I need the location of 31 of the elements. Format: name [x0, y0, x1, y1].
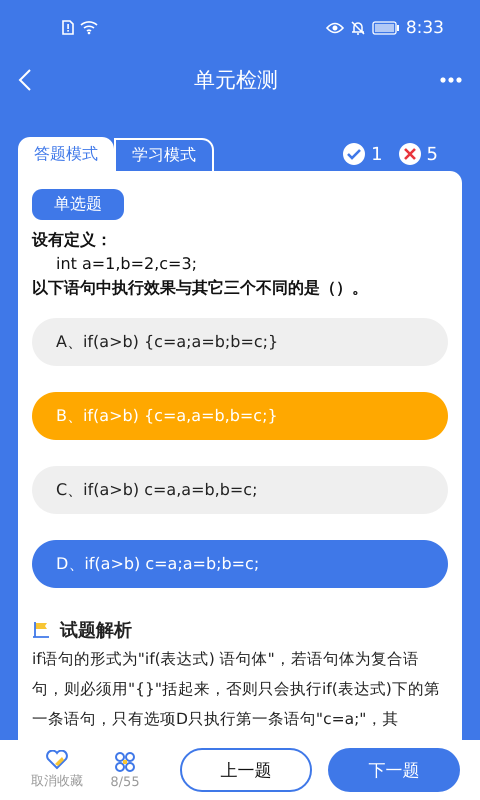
- back-icon[interactable]: [18, 68, 32, 92]
- check-icon: [343, 143, 366, 165]
- cross-icon: [398, 143, 421, 165]
- wifi-icon: [80, 20, 98, 35]
- answer-option[interactable]: A、if(a>b) {c=a;a=b;b=c;}: [32, 318, 448, 366]
- analysis-text: if语句的形式为"if(表达式) 语句体"，若语句体为复合语句，则必须用"{}"括起来，否则只会执行if(表达式)下的第一条语句，只有选项D只执行第一条语句"c=a;"，其: [32, 649, 441, 730]
- heart-icon: [46, 750, 68, 770]
- flag-icon: [32, 620, 52, 640]
- question-text: int a=1,b=2,c=3;: [55, 253, 198, 275]
- previous-button[interactable]: 上一题: [180, 748, 312, 792]
- grid-icon: [114, 750, 136, 772]
- mode-tab[interactable]: 答题模式: [18, 137, 114, 171]
- more-icon[interactable]: [440, 77, 462, 83]
- page-title: 单元检测: [193, 67, 279, 94]
- progress-button[interactable]: 8/55: [94, 750, 156, 790]
- eye-icon: [326, 22, 344, 34]
- answer-option[interactable]: D、if(a>b) c=a;a=b;b=c;: [32, 540, 448, 588]
- clock-time: 8:33: [406, 18, 444, 38]
- analysis-title: 试题解析: [60, 619, 132, 642]
- question-text: 设有定义：: [32, 229, 113, 251]
- battery-icon: [372, 20, 400, 34]
- bell-off-icon: [350, 20, 366, 36]
- mode-tab[interactable]: 学习模式: [114, 138, 214, 171]
- unfavorite-button[interactable]: 取消收藏: [26, 750, 88, 790]
- question-text: 以下语句中执行效果与其它三个不同的是（）。: [32, 277, 369, 299]
- question-type-badge: 单选题: [32, 189, 124, 220]
- answer-option[interactable]: C、if(a>b) c=a,a=b,b=c;: [32, 466, 448, 514]
- next-button[interactable]: 下一题: [328, 748, 460, 792]
- sim-alert-icon: [62, 20, 74, 35]
- wrong-count: 5: [426, 144, 438, 164]
- correct-count: 1: [371, 144, 383, 164]
